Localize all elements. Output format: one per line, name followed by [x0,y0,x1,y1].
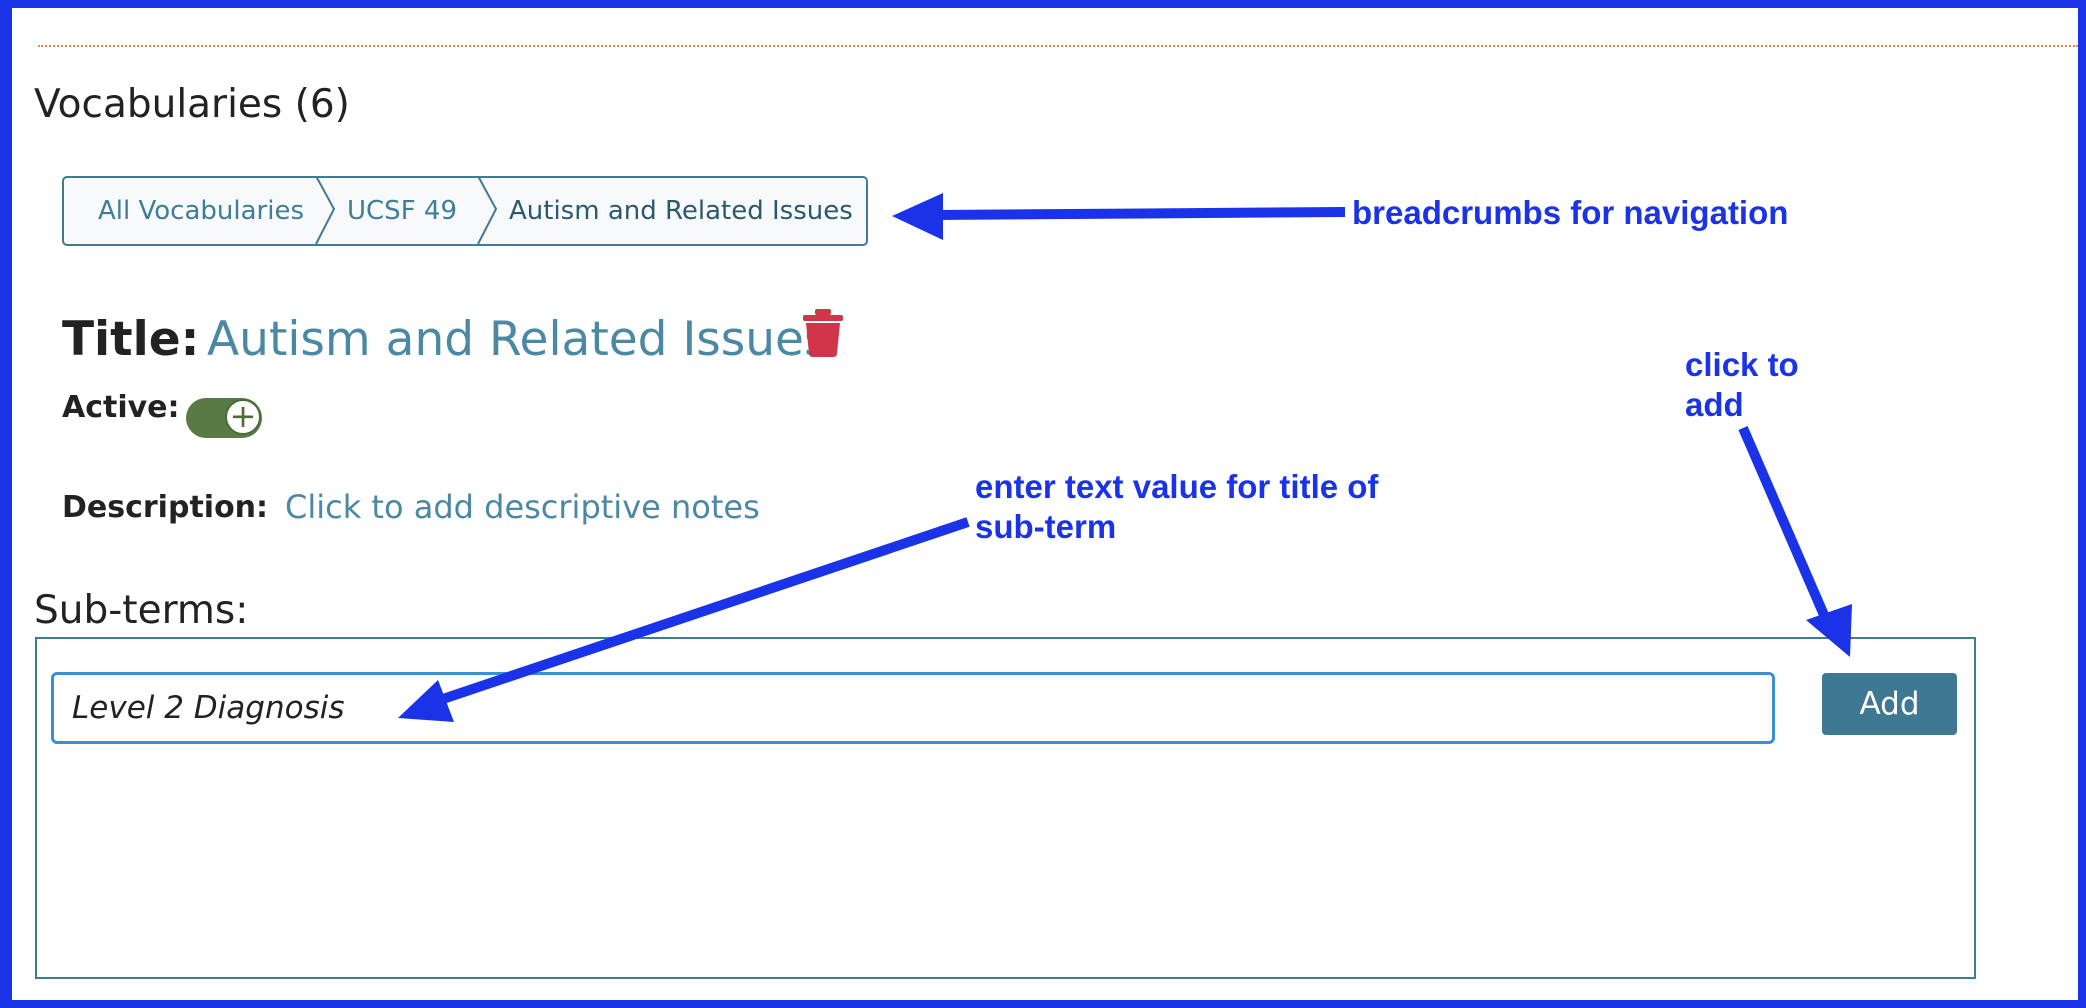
page-heading: Vocabularies (6) [34,82,350,127]
subterms-label: Sub-terms: [34,588,249,633]
divider [38,45,2078,47]
subterm-input[interactable] [51,672,1775,744]
description-field[interactable]: Click to add descriptive notes [285,488,760,526]
annotation-input: enter text value for title of sub-term [975,468,1379,545]
breadcrumb-item-current: Autism and Related Issues [509,196,853,226]
breadcrumb-separator [315,176,336,245]
breadcrumb: All Vocabularies UCSF 49 Autism and Rela… [62,176,868,246]
active-label: Active: [62,390,180,425]
plus-icon: + [225,399,261,435]
annotation-add: click to add [1685,346,1799,423]
active-toggle[interactable]: + [186,398,262,438]
title-label: Title: [62,312,200,367]
term-title[interactable]: Autism and Related Issues [207,312,828,367]
description-label: Description: [62,490,269,525]
trash-icon[interactable] [802,308,844,358]
add-button[interactable]: Add [1822,673,1957,735]
breadcrumb-separator [477,176,498,245]
breadcrumb-item-ucsf-49[interactable]: UCSF 49 [347,178,457,244]
annotation-breadcrumbs: breadcrumbs for navigation [1352,194,1789,231]
breadcrumb-item-all-vocabularies[interactable]: All Vocabularies [98,178,304,244]
